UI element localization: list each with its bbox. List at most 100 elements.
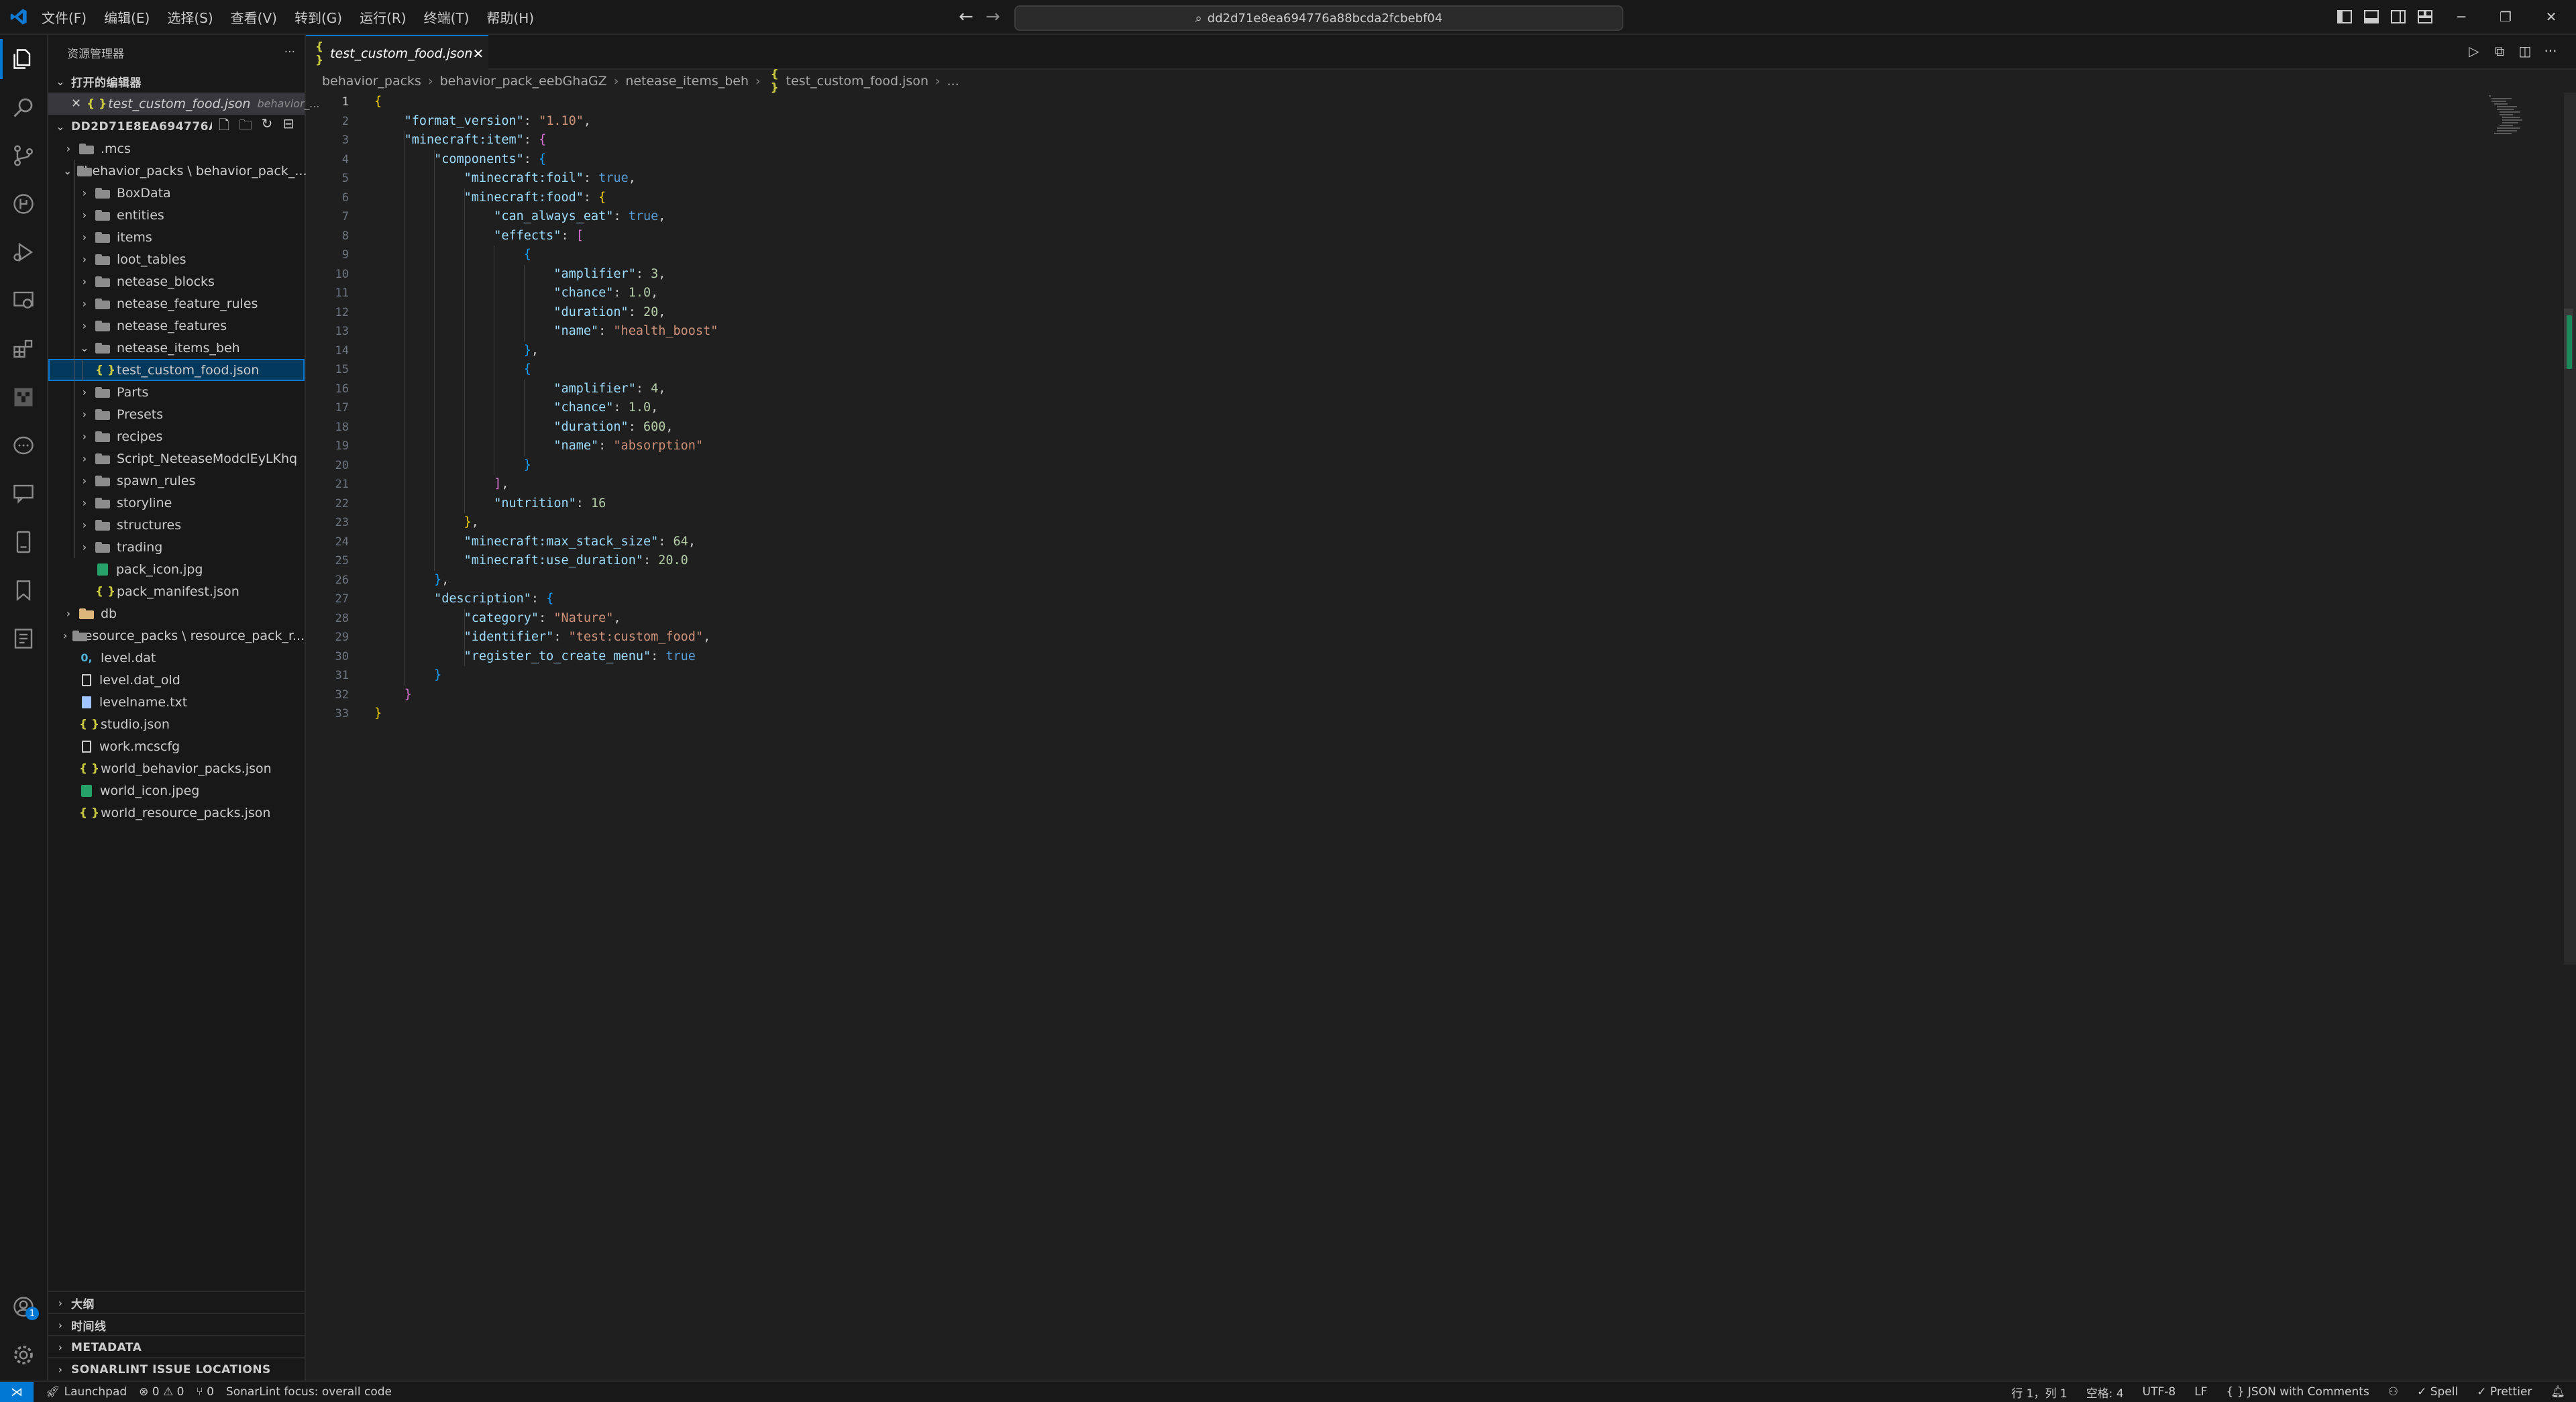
tree-folder[interactable]: › resource_packs \ resource_pack_r... — [48, 625, 305, 647]
editor-more-icon[interactable]: ··· — [2541, 42, 2560, 60]
tree-folder[interactable]: › structures — [48, 514, 305, 536]
code-line[interactable]: 29 "identifier": "test:custom_food", — [306, 628, 2520, 647]
toggle-panel-icon[interactable] — [2363, 8, 2380, 25]
tree-file[interactable]: levelname.txt — [48, 691, 305, 713]
tree-folder[interactable]: › items — [48, 226, 305, 248]
code-line[interactable]: 2 "format_version": "1.10", — [306, 112, 2520, 131]
tree-file[interactable]: level.dat_old — [48, 669, 305, 691]
code-line[interactable]: 13 "name": "health_boost" — [306, 322, 2520, 341]
code-line[interactable]: 9 { — [306, 246, 2520, 265]
tree-file[interactable]: { } test_custom_food.json — [48, 359, 305, 381]
tree-folder[interactable]: ⌄ netease_items_beh — [48, 337, 305, 359]
customize-layout-icon[interactable] — [2416, 8, 2434, 25]
tree-folder[interactable]: › Parts — [48, 381, 305, 403]
code-line[interactable]: 30 "register_to_create_menu": true — [306, 647, 2520, 667]
tree-file[interactable]: { } world_behavior_packs.json — [48, 757, 305, 779]
source-control-icon[interactable] — [0, 131, 47, 180]
ports-item[interactable]: ⑂ 0 — [196, 1385, 213, 1399]
menu-go[interactable]: 转到(G) — [294, 7, 342, 27]
indentation[interactable]: 空格: 4 — [2086, 1384, 2124, 1401]
menu-terminal[interactable]: 终端(T) — [424, 7, 470, 27]
code-line[interactable]: 4 "components": { — [306, 150, 2520, 170]
prettier[interactable]: ✓ Prettier — [2477, 1385, 2532, 1399]
encoding[interactable]: UTF-8 — [2143, 1385, 2176, 1399]
refresh-icon[interactable]: ↻ — [256, 115, 278, 138]
sonarlint-section[interactable]: › SONARLINT ISSUE LOCATIONS — [48, 1357, 305, 1381]
tree-folder[interactable]: › storyline — [48, 492, 305, 514]
tree-file[interactable]: { } world_resource_packs.json — [48, 802, 305, 824]
split-editor-icon[interactable]: ◫ — [2516, 42, 2534, 60]
code-line[interactable]: 3 "minecraft:item": { — [306, 131, 2520, 150]
bookmark-icon[interactable] — [0, 566, 47, 614]
metadata-section[interactable]: › METADATA — [48, 1335, 305, 1358]
code-line[interactable]: 25 "minecraft:use_duration": 20.0 — [306, 551, 2520, 571]
code-line[interactable]: 22 "nutrition": 16 — [306, 494, 2520, 514]
close-tab-icon[interactable]: ✕ — [472, 46, 484, 62]
tree-file[interactable]: world_icon.jpeg — [48, 779, 305, 802]
breadcrumb-item[interactable]: ... — [947, 74, 959, 89]
code-line[interactable]: 24 "minecraft:max_stack_size": 64, — [306, 533, 2520, 552]
tree-file[interactable]: { } pack_manifest.json — [48, 580, 305, 602]
code-line[interactable]: 18 "duration": 600, — [306, 418, 2520, 437]
device-icon[interactable] — [0, 518, 47, 566]
spell-check[interactable]: ✓ Spell — [2417, 1385, 2458, 1399]
minimize-icon[interactable]: ─ — [2453, 8, 2470, 25]
run-debug-icon[interactable] — [0, 228, 47, 276]
breadcrumb-item[interactable]: netease_items_beh — [625, 74, 749, 89]
menu-help[interactable]: 帮助(H) — [486, 7, 534, 27]
copilot-icon[interactable]: ⚇ — [2388, 1385, 2398, 1399]
tree-file[interactable]: { } studio.json — [48, 713, 305, 735]
back-arrow-icon[interactable]: ← — [955, 6, 977, 28]
tree-folder[interactable]: ⌄ behavior_packs \ behavior_pack_... — [48, 160, 307, 182]
code-line[interactable]: 17 "chance": 1.0, — [306, 398, 2520, 418]
restore-icon[interactable]: ❐ — [2497, 8, 2514, 25]
code-line[interactable]: 11 "chance": 1.0, — [306, 284, 2520, 303]
workspace-section[interactable]: ⌄ DD2D71E8EA694776A88... 🗋 🗀 ↻ ⊟ — [48, 115, 305, 138]
chat-bubble-icon[interactable] — [0, 421, 47, 470]
new-file-icon[interactable]: 🗋 — [213, 115, 235, 138]
open-editor-item[interactable]: ✕ { } test_custom_food.json behavior_... — [48, 93, 320, 115]
tree-folder[interactable]: › spawn_rules — [48, 470, 305, 492]
git-graph-icon[interactable] — [0, 180, 47, 228]
menu-view[interactable]: 查看(V) — [231, 7, 277, 27]
tree-folder[interactable]: › netease_features — [48, 315, 305, 337]
tree-folder[interactable]: › entities — [48, 204, 305, 226]
collapse-all-icon[interactable]: ⊟ — [278, 115, 299, 138]
remote-explorer-icon[interactable] — [0, 276, 47, 325]
toggle-secondary-sidebar-icon[interactable] — [2390, 8, 2407, 25]
more-actions-icon[interactable]: ··· — [284, 46, 295, 59]
menu-edit[interactable]: 编辑(E) — [104, 7, 150, 27]
breadcrumb-item[interactable]: test_custom_food.json — [786, 74, 928, 89]
command-center-search[interactable]: ⌕ dd2d71e8ea694776a88bcda2fcbebf04 — [1014, 5, 1623, 31]
tree-folder[interactable]: › .mcs — [48, 138, 305, 160]
account-icon[interactable]: 1 — [0, 1283, 47, 1331]
timeline-section[interactable]: › 时间线 — [48, 1313, 305, 1336]
code-line[interactable]: 21 ], — [306, 475, 2520, 494]
problems-item[interactable]: ⊗ 0 ⚠ 0 — [139, 1385, 184, 1399]
settings-gear-icon[interactable] — [0, 1331, 47, 1379]
cursor-position[interactable]: 行 1，列 1 — [2011, 1384, 2067, 1401]
open-editors-section[interactable]: ⌄ 打开的编辑器 — [48, 70, 305, 93]
minimap[interactable] — [2487, 94, 2525, 137]
tree-folder[interactable]: › recipes — [48, 425, 305, 447]
tree-folder[interactable]: › trading — [48, 536, 305, 558]
code-line[interactable]: 1{ — [306, 93, 2520, 112]
vertical-scrollbar[interactable] — [2564, 93, 2576, 965]
notifications-bell-icon[interactable]: 🔔︎ — [2551, 1385, 2565, 1399]
code-line[interactable]: 23 }, — [306, 513, 2520, 533]
open-changes-icon[interactable]: ⧉ — [2490, 42, 2509, 60]
close-editor-icon[interactable]: ✕ — [71, 97, 81, 111]
code-line[interactable]: 8 "effects": [ — [306, 227, 2520, 246]
code-line[interactable]: 6 "minecraft:food": { — [306, 188, 2520, 208]
menu-selection[interactable]: 选择(S) — [167, 7, 213, 27]
search-view-icon[interactable] — [0, 83, 47, 131]
code-line[interactable]: 31 } — [306, 666, 2520, 686]
language-mode[interactable]: { } JSON with Comments — [2226, 1385, 2369, 1399]
explorer-icon[interactable] — [0, 35, 47, 83]
code-line[interactable]: 7 "can_always_eat": true, — [306, 207, 2520, 227]
extensions-icon[interactable] — [0, 325, 47, 373]
new-folder-icon[interactable]: 🗀 — [235, 115, 256, 138]
comments-icon[interactable] — [0, 470, 47, 518]
code-line[interactable]: 28 "category": "Nature", — [306, 609, 2520, 629]
minecraft-studio-icon[interactable] — [0, 373, 47, 421]
